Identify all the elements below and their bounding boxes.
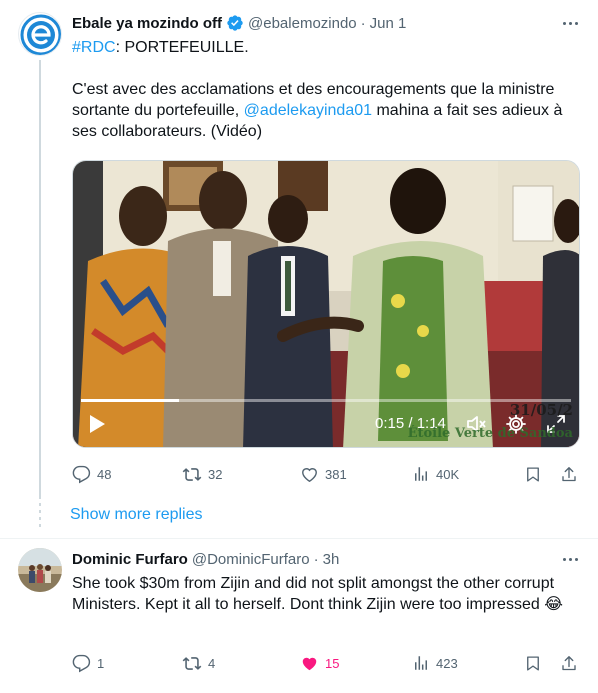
bookmark-button[interactable] <box>524 654 542 673</box>
heart-icon <box>302 467 317 482</box>
tweet-title: #RDC: PORTEFEUILLE. <box>72 37 582 58</box>
watermark-name: Étoile Verte de Sandoa <box>407 426 573 441</box>
share-icon <box>562 466 576 481</box>
hashtag-link[interactable]: #RDC <box>72 39 116 56</box>
verified-badge-icon <box>226 14 244 32</box>
separator-dot: · <box>313 550 319 568</box>
video-player[interactable]: 0:15 / 1:14 31/05/2 Étoile Verte de Sand… <box>72 160 580 448</box>
display-name[interactable]: Dominic Furfaro <box>72 551 188 568</box>
more-options-icon[interactable] <box>559 12 582 34</box>
profile-photo <box>18 548 62 592</box>
like-count: 15 <box>325 655 340 671</box>
views-button[interactable]: 40K <box>412 465 459 483</box>
watermark-date: 31/05/2 <box>509 401 573 419</box>
video-progress-bar[interactable] <box>81 399 571 402</box>
ebale-logo-icon <box>20 14 61 55</box>
bookmark-icon <box>527 466 539 482</box>
bookmark-button[interactable] <box>524 465 542 484</box>
user-handle[interactable]: @DominicFurfaro <box>192 551 310 568</box>
retweet-icon <box>182 656 202 670</box>
reply-button[interactable]: 1 <box>72 654 104 673</box>
like-button[interactable]: 15 <box>300 654 339 673</box>
tweet: Ebale ya mozindo off @ebalemozindo · Jun… <box>72 12 582 142</box>
play-icon[interactable] <box>87 413 107 435</box>
video-progress-fill <box>81 399 179 402</box>
retweet-count: 32 <box>208 466 223 482</box>
retweet-button[interactable]: 32 <box>182 465 222 484</box>
retweet-count: 4 <box>208 655 216 671</box>
tweet-body: She took $30m from Zijin and did not spl… <box>72 575 563 613</box>
tweet-actions: 48 32 381 40K <box>72 463 580 485</box>
separator-dot: · <box>360 14 366 32</box>
thread-line <box>39 60 41 496</box>
reply-count: 48 <box>97 466 112 482</box>
view-count: 40K <box>436 466 460 482</box>
views-icon <box>415 467 427 481</box>
reply-icon <box>72 654 91 672</box>
like-count: 381 <box>325 466 347 482</box>
user-handle[interactable]: @ebalemozindo <box>248 15 357 32</box>
share-icon <box>562 655 576 670</box>
reply-count: 1 <box>97 655 105 671</box>
view-count: 423 <box>436 655 458 671</box>
heart-filled-icon <box>302 657 317 670</box>
share-button[interactable] <box>560 465 578 484</box>
bookmark-icon <box>527 655 539 671</box>
retweet-icon <box>182 467 202 481</box>
thread-dots <box>39 496 41 530</box>
tweet-header: Ebale ya mozindo off @ebalemozindo · Jun… <box>72 12 582 34</box>
mention-link[interactable]: @adelekayinda01 <box>244 102 372 119</box>
title-text: : PORTEFEUILLE. <box>115 39 249 56</box>
share-button[interactable] <box>560 654 578 673</box>
timestamp[interactable]: 3h <box>323 551 340 568</box>
display-name[interactable]: Ebale ya mozindo off <box>72 15 222 32</box>
reply-button[interactable]: 48 <box>72 465 111 484</box>
timestamp[interactable]: Jun 1 <box>370 15 407 32</box>
avatar[interactable] <box>18 12 62 56</box>
reply-tweet: Dominic Furfaro @DominicFurfaro · 3h She… <box>72 548 582 615</box>
more-options-icon[interactable] <box>559 548 582 570</box>
reply-icon <box>72 465 91 483</box>
tweet-header: Dominic Furfaro @DominicFurfaro · 3h <box>72 548 582 570</box>
tweet-actions: 1 4 15 423 <box>72 652 580 674</box>
views-icon <box>415 656 427 670</box>
show-more-replies-link[interactable]: Show more replies <box>70 506 203 524</box>
avatar[interactable] <box>18 548 62 592</box>
views-button[interactable]: 423 <box>412 654 458 672</box>
divider <box>0 538 598 539</box>
retweet-button[interactable]: 4 <box>182 654 215 673</box>
like-button[interactable]: 381 <box>300 465 347 484</box>
tweet-body: C'est avec des acclamations et des encou… <box>72 79 582 142</box>
